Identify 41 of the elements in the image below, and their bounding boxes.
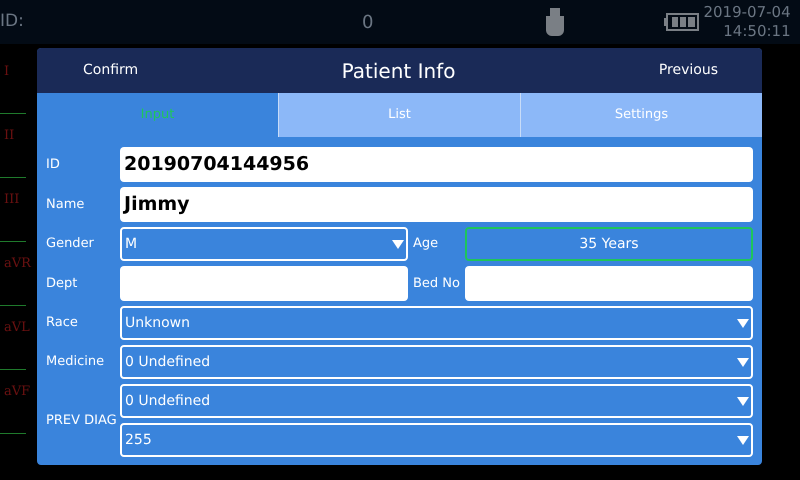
text-field[interactable] — [465, 266, 753, 301]
field-label: PREV DIAG — [46, 412, 118, 430]
dropdown[interactable]: 0 Undefined — [120, 384, 753, 418]
lead-label: aVR — [3, 255, 31, 273]
text-field[interactable] — [120, 266, 408, 301]
battery-icon — [663, 13, 700, 31]
field-label: Bed No — [412, 274, 461, 293]
caret-icon — [737, 436, 749, 444]
dropdown[interactable]: 0 Undefined — [120, 345, 753, 379]
confirm-button[interactable]: Confirm — [83, 60, 138, 81]
field-label: Gender — [46, 235, 95, 254]
patient-id-value: 0 — [362, 10, 374, 34]
lead-label: I — [3, 63, 10, 81]
tab[interactable]: List — [278, 93, 520, 137]
lead-label: aVL — [3, 319, 30, 337]
caret-icon — [392, 240, 404, 248]
age-field[interactable]: 35 Years — [465, 227, 753, 261]
usb-drive-icon — [545, 8, 566, 36]
dropdown[interactable]: M — [120, 227, 408, 261]
field-label: ID — [46, 156, 61, 174]
dropdown[interactable]: 255 — [120, 423, 753, 457]
previous-button[interactable]: Previous — [658, 60, 718, 81]
field-label: Name — [46, 196, 86, 214]
text-field[interactable]: 20190704144956 — [120, 147, 753, 182]
lead-label: II — [3, 127, 14, 145]
date-text: 2019-07-04 — [703, 3, 791, 22]
lead-label: III — [3, 191, 20, 209]
id-label: ID: — [0, 10, 25, 34]
dropdown[interactable]: Unknown — [120, 306, 753, 340]
time-text: 14:50:11 — [723, 22, 791, 41]
caret-icon — [737, 358, 749, 366]
caret-icon — [737, 396, 749, 406]
field-label: Dept — [46, 274, 78, 293]
field-label: Age — [412, 235, 440, 254]
field-label: Race — [46, 314, 79, 332]
dialog-title: Patient Info — [340, 58, 456, 84]
lead-label: aVF — [3, 383, 30, 401]
caret-icon — [737, 318, 749, 328]
tab[interactable]: Settings — [520, 93, 762, 137]
text-field[interactable]: Jimmy — [120, 187, 753, 222]
field-label: Medicine — [46, 353, 106, 372]
